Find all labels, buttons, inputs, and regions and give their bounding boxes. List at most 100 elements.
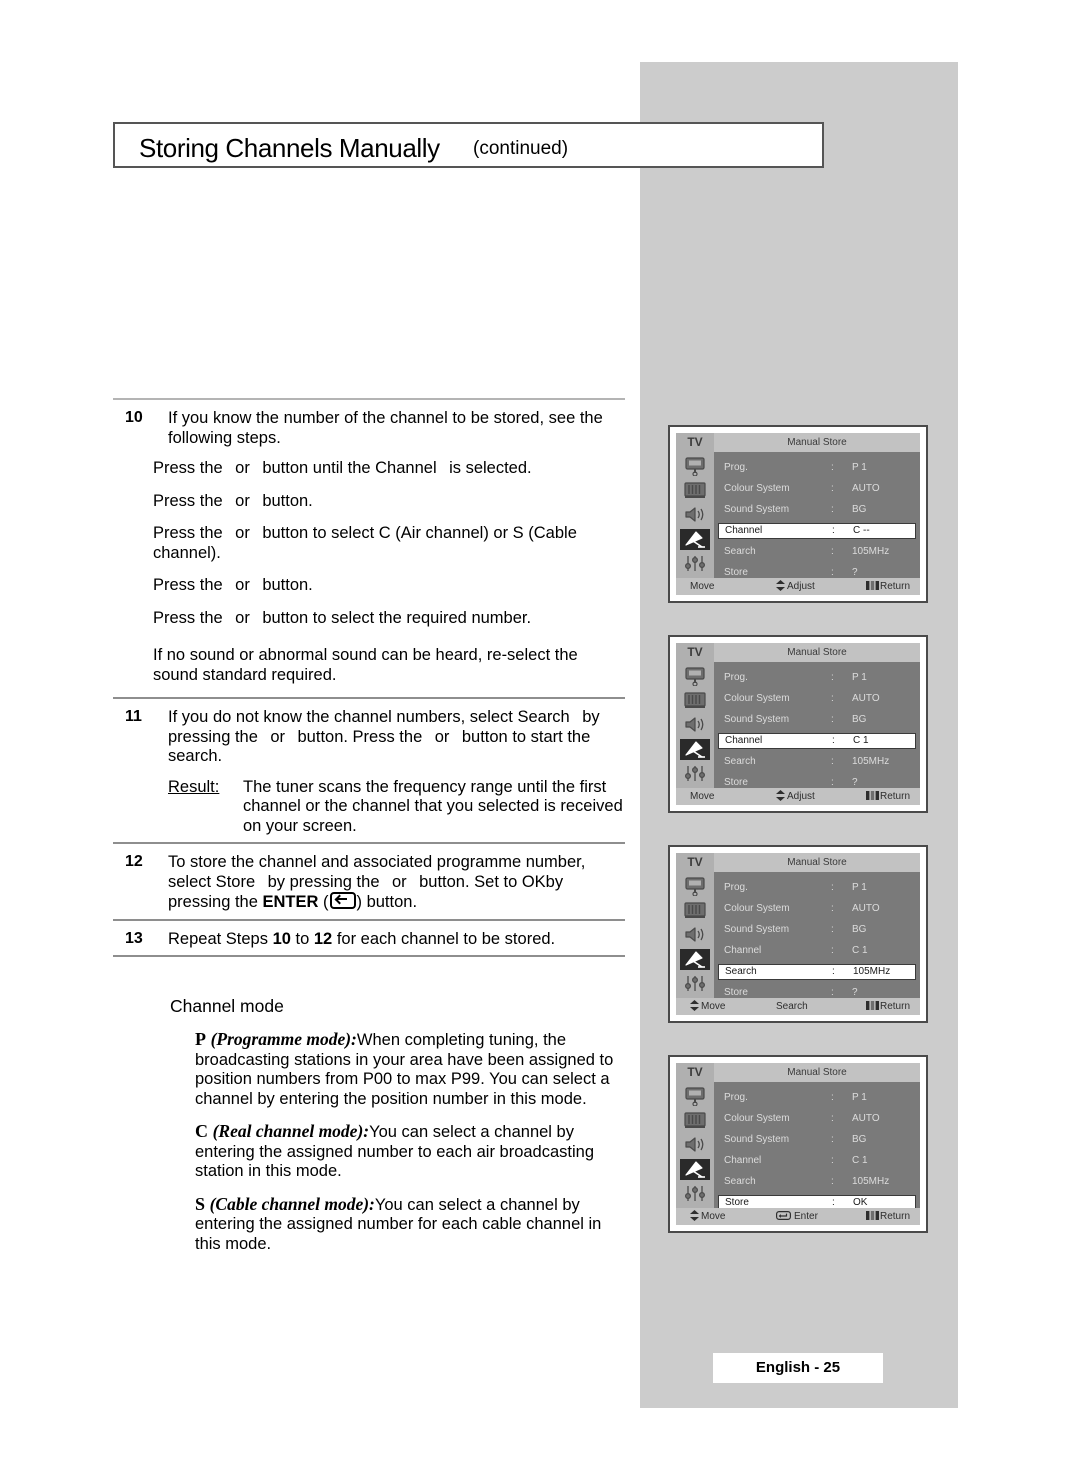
osd-row-value: C 1	[853, 735, 869, 746]
speaker-icon[interactable]	[680, 714, 710, 735]
osd-row-value: AUTO	[852, 483, 880, 494]
picture-bars-icon[interactable]	[680, 480, 710, 501]
osd-body: Prog.: P 1 Colour System: AUTO Sound System:…	[714, 452, 920, 578]
osd-tv-label: TV	[676, 1063, 714, 1082]
up-down-arrow-icon	[776, 580, 785, 591]
osd-row-value: 105MHz	[852, 756, 890, 767]
osd-row-colour-system[interactable]: Colour System: AUTO	[718, 1111, 916, 1126]
speaker-icon[interactable]	[680, 924, 710, 945]
up-down-arrow-icon	[776, 790, 785, 801]
osd-row-value: 105MHz	[852, 1176, 890, 1187]
osd-menu-title: Manual Store	[787, 437, 847, 448]
osd-body: Prog.: P 1 Colour System: AUTO Sound System:…	[714, 1082, 920, 1211]
instructions-column: 10 If you know the number of the channel…	[113, 398, 625, 957]
osd-row-sound-system[interactable]: Sound System: BG	[718, 502, 916, 517]
menu-bars-icon	[865, 1209, 879, 1220]
osd-row-prog[interactable]: Prog.: P 1	[718, 880, 916, 895]
osd-row-search[interactable]: Search: 105MHz	[718, 1174, 916, 1189]
osd-row-label: Prog.	[724, 672, 748, 683]
osd-screenshot-1: TV Manual Store Prog.: P 1 Colour System: AUT…	[668, 425, 928, 603]
step-10-note: If no sound or abnormal sound can be hea…	[153, 646, 578, 684]
osd-row-colon: :	[831, 1155, 834, 1166]
step-number: 13	[125, 929, 143, 947]
sliders-icon[interactable]	[680, 763, 710, 784]
picture-bars-icon[interactable]	[680, 1110, 710, 1131]
osd-row-channel[interactable]: Channel: C --	[718, 523, 916, 539]
substep: Press the or button to select the requir…	[153, 608, 532, 627]
osd-row-colon: :	[831, 903, 834, 914]
picture-source-icon[interactable]	[680, 1086, 710, 1107]
osd-row-search[interactable]: Search: 105MHz	[718, 754, 916, 769]
channel-mode-section: Channel mode P (Programme mode):When com…	[170, 996, 625, 1267]
osd-row-colour-system[interactable]: Colour System: AUTO	[718, 691, 916, 706]
osd-row-value: BG	[852, 504, 867, 515]
speaker-icon[interactable]	[680, 504, 710, 525]
up-down-arrow-icon	[690, 1210, 699, 1221]
osd-footer-return: Return	[865, 1208, 910, 1225]
step-13-pre: Repeat Steps	[168, 929, 273, 948]
sliders-icon[interactable]	[680, 553, 710, 574]
osd-row-value: AUTO	[852, 903, 880, 914]
step-number: 11	[125, 708, 142, 725]
substep: Press the or button.	[153, 491, 313, 510]
step-10-substeps: Press the or button until the Channel is…	[153, 459, 625, 628]
picture-source-icon[interactable]	[680, 876, 710, 897]
osd-footer-move: Move	[690, 998, 725, 1015]
mode-letter: S	[195, 1193, 206, 1214]
picture-source-icon[interactable]	[680, 456, 710, 477]
step-13-mid: to	[290, 929, 314, 948]
osd-screenshot-2: TV Manual Store Prog.: P 1 Colour System: AUT…	[668, 635, 928, 813]
osd-row-channel[interactable]: Channel: C 1	[718, 1153, 916, 1168]
osd-row-colon: :	[831, 483, 834, 494]
menu-bars-icon	[865, 999, 879, 1010]
step-ref-to: 12	[313, 929, 333, 948]
osd-row-label: Search	[725, 966, 757, 977]
osd-row-prog[interactable]: Prog.: P 1	[718, 460, 916, 475]
osd-row-search[interactable]: Search: 105MHz	[718, 544, 916, 559]
osd-body: Prog.: P 1 Colour System: AUTO Sound System:…	[714, 872, 920, 998]
osd-row-colour-system[interactable]: Colour System: AUTO	[718, 481, 916, 496]
osd-footer: Move Search Return	[676, 998, 920, 1015]
osd-row-value: C 1	[852, 945, 868, 956]
osd-row-channel[interactable]: Channel: C 1	[718, 943, 916, 958]
picture-bars-icon[interactable]	[680, 900, 710, 921]
osd-inner: TV Manual Store Prog.: P 1 Colour System: AUT…	[676, 433, 920, 595]
osd-footer: Move Adjust Return	[676, 578, 920, 595]
speaker-icon[interactable]	[680, 1134, 710, 1155]
osd-row-colon: :	[831, 924, 834, 935]
satellite-dish-icon[interactable]	[680, 528, 710, 550]
osd-row-channel[interactable]: Channel: C 1	[718, 733, 916, 749]
osd-footer-action: Adjust	[776, 578, 815, 595]
satellite-dish-icon[interactable]	[680, 948, 710, 970]
osd-row-value: P 1	[852, 882, 867, 893]
osd-menu-title: Manual Store	[787, 857, 847, 868]
osd-sidebar	[676, 452, 714, 578]
satellite-dish-icon[interactable]	[680, 1158, 710, 1180]
osd-row-colour-system[interactable]: Colour System: AUTO	[718, 901, 916, 916]
osd-footer-move: Move	[690, 791, 715, 802]
osd-row-colon: :	[831, 882, 834, 893]
satellite-dish-icon[interactable]	[680, 738, 710, 760]
picture-source-icon[interactable]	[680, 666, 710, 687]
osd-row-sound-system[interactable]: Sound System: BG	[718, 922, 916, 937]
step-number: 10	[125, 409, 143, 426]
osd-row-colon: :	[831, 504, 834, 515]
picture-bars-icon[interactable]	[680, 690, 710, 711]
mode-letter: C	[195, 1121, 208, 1141]
osd-row-colon: :	[831, 714, 834, 725]
osd-row-sound-system[interactable]: Sound System: BG	[718, 712, 916, 727]
osd-row-sound-system[interactable]: Sound System: BG	[718, 1132, 916, 1147]
osd-row-prog[interactable]: Prog.: P 1	[718, 1090, 916, 1105]
result-text: The tuner scans the frequency range unti…	[243, 777, 623, 835]
osd-row-value: C --	[853, 525, 870, 536]
step-text: To store the channel and associated prog…	[168, 853, 586, 911]
step-12: 12 To store the channel and associated p…	[113, 844, 625, 919]
osd-row-search[interactable]: Search: 105MHz	[718, 964, 916, 980]
sliders-icon[interactable]	[680, 973, 710, 994]
osd-row-label: Colour System	[724, 483, 790, 494]
osd-footer-return: Return	[865, 578, 910, 595]
sliders-icon[interactable]	[680, 1183, 710, 1204]
mode-programme: P (Programme mode):When completing tunin…	[195, 1029, 625, 1109]
osd-row-prog[interactable]: Prog.: P 1	[718, 670, 916, 685]
mode-real-channel: C (Real channel mode):You can select a c…	[195, 1121, 625, 1182]
